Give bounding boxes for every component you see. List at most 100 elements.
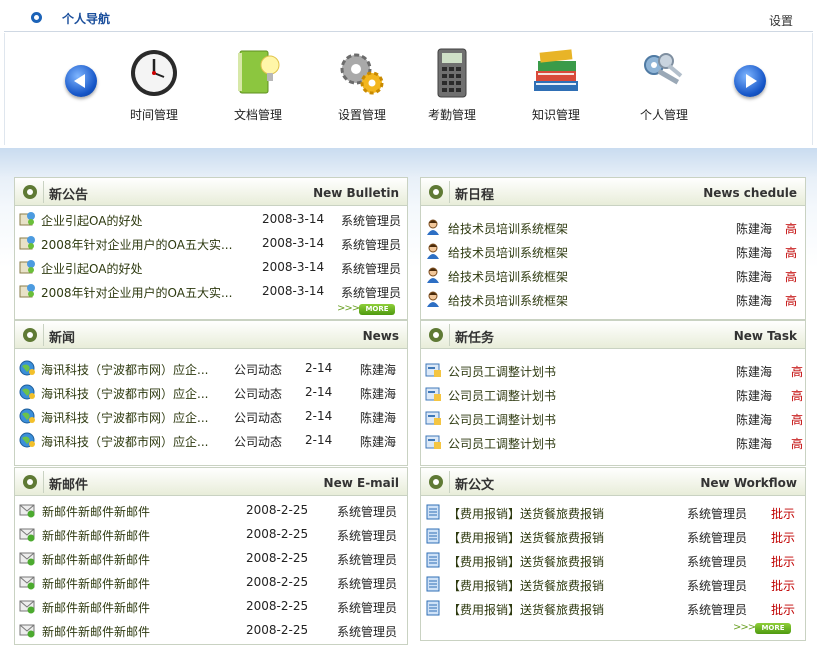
news-title[interactable]: 海讯科技（宁波都市网）应企... [41,361,221,378]
task-title[interactable]: 公司员工调整计划书 [448,411,638,428]
person-icon [427,243,439,259]
workflow-action-link[interactable]: 批示 [771,529,795,546]
list-item[interactable]: 海讯科技（宁波都市网）应企... 公司动态 2-14 陈建海 [19,358,403,378]
personal-navigation: 时间管理 文档管理 设置管理 考勤管理 知识管理 个人管理 [4,33,813,145]
panel-subtitle: New Workflow [700,476,797,490]
list-item[interactable]: 给技术员培训系统框架 陈建海高 [425,265,801,285]
workflow-title[interactable]: 【费用报销】送货餐旅费报销 [448,553,658,570]
email-subject[interactable]: 新邮件新邮件新邮件 [42,599,222,616]
nav-item-label: 知识管理 [531,108,580,122]
nav-item-attendance[interactable]: 考勤管理 [407,47,497,123]
list-item[interactable]: 【费用报销】送货餐旅费报销 系统管理员 批示 [425,598,801,618]
bulletin-date: 2008-3-14 [262,284,325,298]
schedule-person: 陈建海 [736,294,773,308]
nav-item-documents[interactable]: 文档管理 [213,47,303,123]
email-subject[interactable]: 新邮件新邮件新邮件 [42,551,222,568]
workflow-person: 系统管理员 [687,531,748,545]
schedule-priority: 高 [785,246,798,260]
panel-bullet-icon [23,328,37,342]
nav-item-personal[interactable]: 个人管理 [619,47,709,123]
person-icon [427,291,439,307]
list-item[interactable]: 公司员工调整计划书 陈建海 高 [425,360,804,380]
list-item[interactable]: 公司员工调整计划书 陈建海 高 [425,384,803,404]
panel-title: 新公告 [49,188,89,203]
list-item[interactable]: 【费用报销】送货餐旅费报销 系统管理员 批示 [425,526,801,546]
news-header: 新闻 News [15,321,407,349]
nav-item-label: 考勤管理 [427,108,476,122]
list-item[interactable]: 新邮件新邮件新邮件 2008-2-25 系统管理员 [19,500,403,520]
scroll-left-arrow-icon[interactable] [65,65,97,97]
bulletin-title[interactable]: 2008年针对企业用户的OA五大实... [41,236,241,253]
bulletin-title[interactable]: 企业引起OA的好处 [41,260,241,277]
list-item[interactable]: 给技术员培训系统框架 陈建海高 [425,289,801,309]
list-item[interactable]: 海讯科技（宁波都市网）应企... 公司动态 2-14 陈建海 [19,382,403,402]
email-subject[interactable]: 新邮件新邮件新邮件 [42,527,222,544]
list-item[interactable]: 【费用报销】送货餐旅费报销 系统管理员 批示 [425,502,801,522]
list-item[interactable]: 新邮件新邮件新邮件 2008-2-25 系统管理员 [19,572,403,592]
schedule-title[interactable]: 给技术员培训系统框架 [448,292,638,309]
settings-link[interactable]: 设置 [769,12,793,29]
workflow-title[interactable]: 【费用报销】送货餐旅费报销 [448,529,658,546]
nav-item-settings[interactable]: 设置管理 [317,47,407,123]
schedule-title[interactable]: 给技术员培训系统框架 [448,244,638,261]
list-item[interactable]: 给技术员培训系统框架 陈建海高 [425,241,801,261]
news-title[interactable]: 海讯科技（宁波都市网）应企... [41,385,221,402]
list-item[interactable]: 企业引起OA的好处 2008-3-14 系统管理员 [19,209,403,229]
workflow-action-link[interactable]: 批示 [771,577,795,594]
workflow-action-link[interactable]: 批示 [771,553,795,570]
bulletin-title[interactable]: 企业引起OA的好处 [41,212,241,229]
news-title[interactable]: 海讯科技（宁波都市网）应企... [41,409,221,426]
task-title[interactable]: 公司员工调整计划书 [448,363,638,380]
workflow-title[interactable]: 【费用报销】送货餐旅费报销 [448,505,658,522]
list-item[interactable]: 2008年针对企业用户的OA五大实... 2008-3-14 系统管理员 [19,233,403,253]
email-sender: 系统管理员 [337,505,398,519]
task-priority: 高 [791,365,804,379]
workflow-title[interactable]: 【费用报销】送货餐旅费报销 [448,577,658,594]
globe-icon [19,360,35,376]
list-item[interactable]: 公司员工调整计划书 陈建海 高 [425,408,803,428]
workflow-action-link[interactable]: 批示 [771,505,795,522]
email-subject[interactable]: 新邮件新邮件新邮件 [42,503,222,520]
mail-icon [19,552,35,566]
schedule-title[interactable]: 给技术员培训系统框架 [448,220,638,237]
nav-item-label: 时间管理 [129,108,178,122]
task-document-icon [425,411,441,425]
workflow-action-link[interactable]: 批示 [771,601,795,618]
task-document-icon [425,435,441,449]
news-title[interactable]: 海讯科技（宁波都市网）应企... [41,433,221,450]
nav-item-knowledge[interactable]: 知识管理 [511,47,601,123]
task-document-icon [425,387,441,401]
scroll-right-arrow-icon[interactable] [734,65,766,97]
list-item[interactable]: 海讯科技（宁波都市网）应企... 公司动态 2-14 陈建海 [19,406,403,426]
task-title[interactable]: 公司员工调整计划书 [448,387,638,404]
list-item[interactable]: 给技术员培训系统框架 陈建海高 [425,217,801,237]
list-item[interactable]: 新邮件新邮件新邮件 2008-2-25 系统管理员 [19,524,403,544]
bulletin-author: 系统管理员 [341,262,402,276]
keys-icon [644,53,683,85]
email-subject[interactable]: 新邮件新邮件新邮件 [42,575,222,592]
workflow-title[interactable]: 【费用报销】送货餐旅费报销 [448,601,658,618]
list-item[interactable]: 海讯科技（宁波都市网）应企... 公司动态 2-14 陈建海 [19,430,403,450]
list-item[interactable]: 新邮件新邮件新邮件 2008-2-25 系统管理员 [19,620,403,640]
schedule-title[interactable]: 给技术员培训系统框架 [448,268,638,285]
task-title[interactable]: 公司员工调整计划书 [448,435,638,452]
bulletin-title[interactable]: 2008年针对企业用户的OA五大实... [41,284,241,301]
workflow-person: 系统管理员 [687,555,748,569]
schedule-priority: 高 [785,270,798,284]
list-item[interactable]: 公司员工调整计划书 陈建海 高 [425,432,803,452]
email-subject[interactable]: 新邮件新邮件新邮件 [42,623,222,640]
list-item[interactable]: 【费用报销】送货餐旅费报销 系统管理员 批示 [425,550,801,570]
list-item[interactable]: 新邮件新邮件新邮件 2008-2-25 系统管理员 [19,596,403,616]
list-item[interactable]: 2008年针对企业用户的OA五大实... 2008-3-14 系统管理员 [19,281,403,301]
schedule-priority: 高 [785,294,798,308]
list-item[interactable]: 新邮件新邮件新邮件 2008-2-25 系统管理员 [19,548,403,568]
list-item[interactable]: 【费用报销】送货餐旅费报销 系统管理员 批示 [425,574,801,594]
nav-item-time[interactable]: 时间管理 [109,47,199,123]
schedule-panel: 新日程 News chedule 给技术员培训系统框架 陈建海高给技术员培训系统框… [420,177,806,320]
workflow-person: 系统管理员 [687,507,748,521]
news-category: 公司动态 [234,387,283,401]
list-item[interactable]: 企业引起OA的好处 2008-3-14 系统管理员 [19,257,403,277]
email-sender: 系统管理员 [337,577,398,591]
bulletin-icon [19,284,35,298]
panel-title: 新闻 [49,331,76,346]
